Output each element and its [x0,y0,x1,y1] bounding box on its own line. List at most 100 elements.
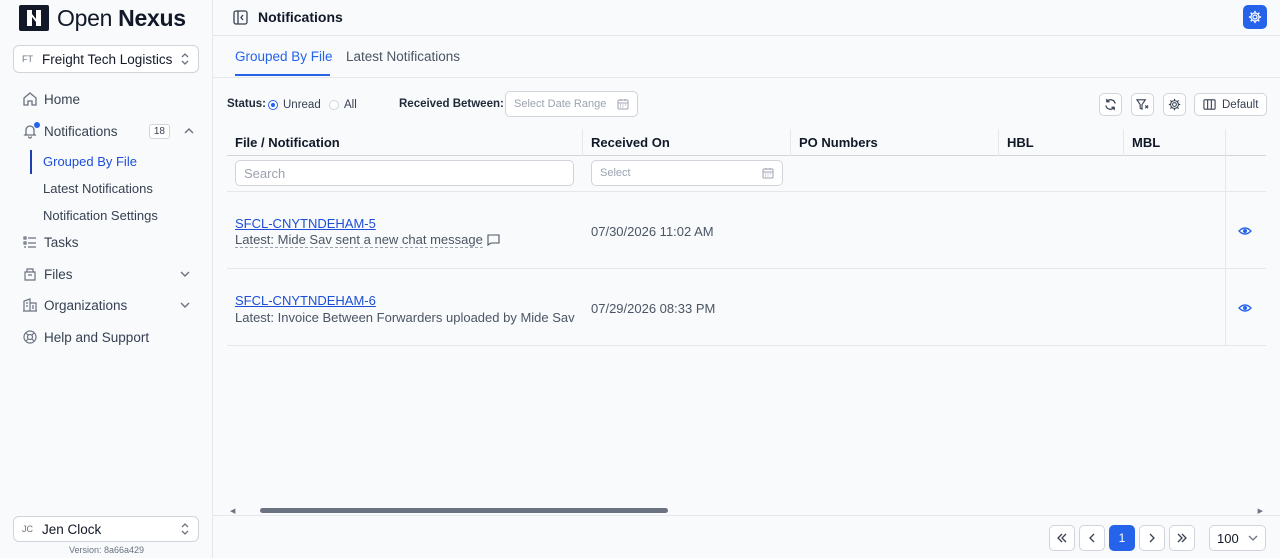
page-title: Notifications [258,9,343,25]
horizontal-scrollbar[interactable]: ◀ ▶ [227,505,1266,515]
chevron-down-icon[interactable] [180,269,190,279]
sidebar-item-label: Notifications [44,123,118,139]
sidebar-item-home[interactable]: Home [22,87,194,111]
sidebar-item-organizations[interactable]: Organizations [22,293,194,317]
tab-grouped-by-file[interactable]: Grouped By File [235,49,333,64]
gear-icon [1168,98,1181,111]
footer-divider [213,515,1280,516]
sidebar-item-label: Help and Support [44,329,150,345]
column-divider [582,129,583,156]
column-divider [1123,129,1124,156]
organization-selector[interactable]: FT Freight Tech Logistics [13,45,199,73]
date-range-picker[interactable]: Select Date Range [505,91,638,117]
tabs-divider [213,77,1280,78]
scroll-left-icon[interactable]: ◀ [230,507,235,515]
sidebar-item-label: Files [44,266,73,282]
tasks-icon [23,236,36,248]
previous-page-button[interactable] [1079,525,1105,551]
calendar-icon [617,99,629,110]
page-button-current[interactable]: 1 [1109,525,1135,551]
scroll-right-icon[interactable]: ▶ [1258,507,1263,515]
table-header-row: File / Notification Received On PO Numbe… [227,129,1266,156]
first-page-button[interactable] [1049,525,1075,551]
chevron-up-down-icon [181,53,189,65]
chevron-up-icon[interactable] [184,126,194,136]
active-tab-underline [235,74,330,76]
file-search-input[interactable] [235,160,574,186]
home-icon [23,92,37,106]
column-divider [1225,192,1226,269]
latest-notification: Latest: Mide Sav sent a new chat message [235,232,500,248]
clear-filter-button[interactable] [1131,93,1154,116]
subnav-item-latest-notifications[interactable]: Latest Notifications [43,181,153,196]
sidebar-item-tasks[interactable]: Tasks [22,230,194,254]
eye-icon[interactable] [1238,224,1252,238]
calendar-icon [762,168,774,179]
chat-icon [487,234,500,246]
sidebar-collapse-icon[interactable] [233,10,248,25]
chevrons-left-icon [1057,533,1067,543]
bell-icon [22,122,40,139]
column-header-file[interactable]: File / Notification [235,135,340,150]
next-page-button[interactable] [1139,525,1165,551]
chevron-down-icon [1248,535,1258,541]
active-indicator [30,150,32,174]
sidebar-item-label: Organizations [44,297,128,313]
subnav-item-notification-settings[interactable]: Notification Settings [43,208,158,223]
files-icon [24,268,36,281]
open-nexus-logo-icon [19,5,49,31]
refresh-button[interactable] [1099,93,1122,116]
version-label: Version: 8a66a429 [68,545,145,555]
user-selector[interactable]: JC Jen Clock [13,516,199,542]
column-view-default-button[interactable]: Default [1194,93,1267,116]
table-settings-button[interactable] [1163,93,1186,116]
radio-unselected-icon [329,100,339,110]
column-divider [998,129,999,156]
radio-label: All [344,99,357,111]
column-header-po-numbers[interactable]: PO Numbers [799,135,878,150]
sidebar: Open Nexus FT Freight Tech Logistics Hom… [0,0,213,558]
sidebar-item-files[interactable]: Files [22,262,194,286]
org-name: Freight Tech Logistics [42,51,173,67]
last-page-button[interactable] [1169,525,1195,551]
file-link[interactable]: SFCL-CNYTNDEHAM-5 [235,216,376,231]
logo[interactable]: Open Nexus [19,4,186,32]
subnav-item-grouped-by-file[interactable]: Grouped By File [43,154,137,169]
table-row[interactable]: SFCL-CNYTNDEHAM-5 Latest: Mide Sav sent … [227,192,1266,269]
sidebar-item-help-and-support[interactable]: Help and Support [22,325,194,349]
radio-selected-icon [268,100,278,110]
table-row[interactable]: SFCL-CNYTNDEHAM-6 Latest: Invoice Betwee… [227,269,1266,346]
radio-label: Unread [283,99,321,111]
column-header-mbl[interactable]: MBL [1132,135,1160,150]
date-select-placeholder: Select [600,167,631,179]
scrollbar-thumb[interactable] [260,508,668,513]
user-name: Jen Clock [42,521,102,537]
notification-count-badge: 18 [148,123,170,139]
lifebuoy-icon [23,330,37,344]
user-initials: JC [22,524,33,534]
file-link[interactable]: SFCL-CNYTNDEHAM-6 [235,293,376,308]
settings-button[interactable] [1243,5,1267,29]
refresh-icon [1105,98,1116,111]
chevron-right-icon [1149,533,1155,543]
latest-notification: Latest: Invoice Between Forwarders uploa… [235,310,575,325]
status-unread-radio[interactable]: Unread [268,99,321,111]
notifications-table: File / Notification Received On PO Numbe… [227,129,1266,518]
page-size-value: 100 [1217,530,1239,546]
chevron-up-down-icon [181,523,189,535]
page-size-select[interactable]: 100 [1209,525,1266,551]
page-header: Notifications [213,0,1280,36]
gear-icon [1248,10,1262,24]
unread-dot [34,122,40,128]
received-on-date-select[interactable]: Select [591,160,783,186]
building-icon [23,298,37,312]
status-label: Status: [227,98,266,110]
eye-icon[interactable] [1238,301,1252,315]
sidebar-item-notifications[interactable]: Notifications 18 [22,119,194,143]
chevron-down-icon[interactable] [180,300,190,310]
sidebar-item-label: Tasks [44,234,79,250]
status-all-radio[interactable]: All [329,99,357,111]
column-header-received-on[interactable]: Received On [591,135,670,150]
column-header-hbl[interactable]: HBL [1007,135,1034,150]
tab-latest-notifications[interactable]: Latest Notifications [346,49,460,64]
